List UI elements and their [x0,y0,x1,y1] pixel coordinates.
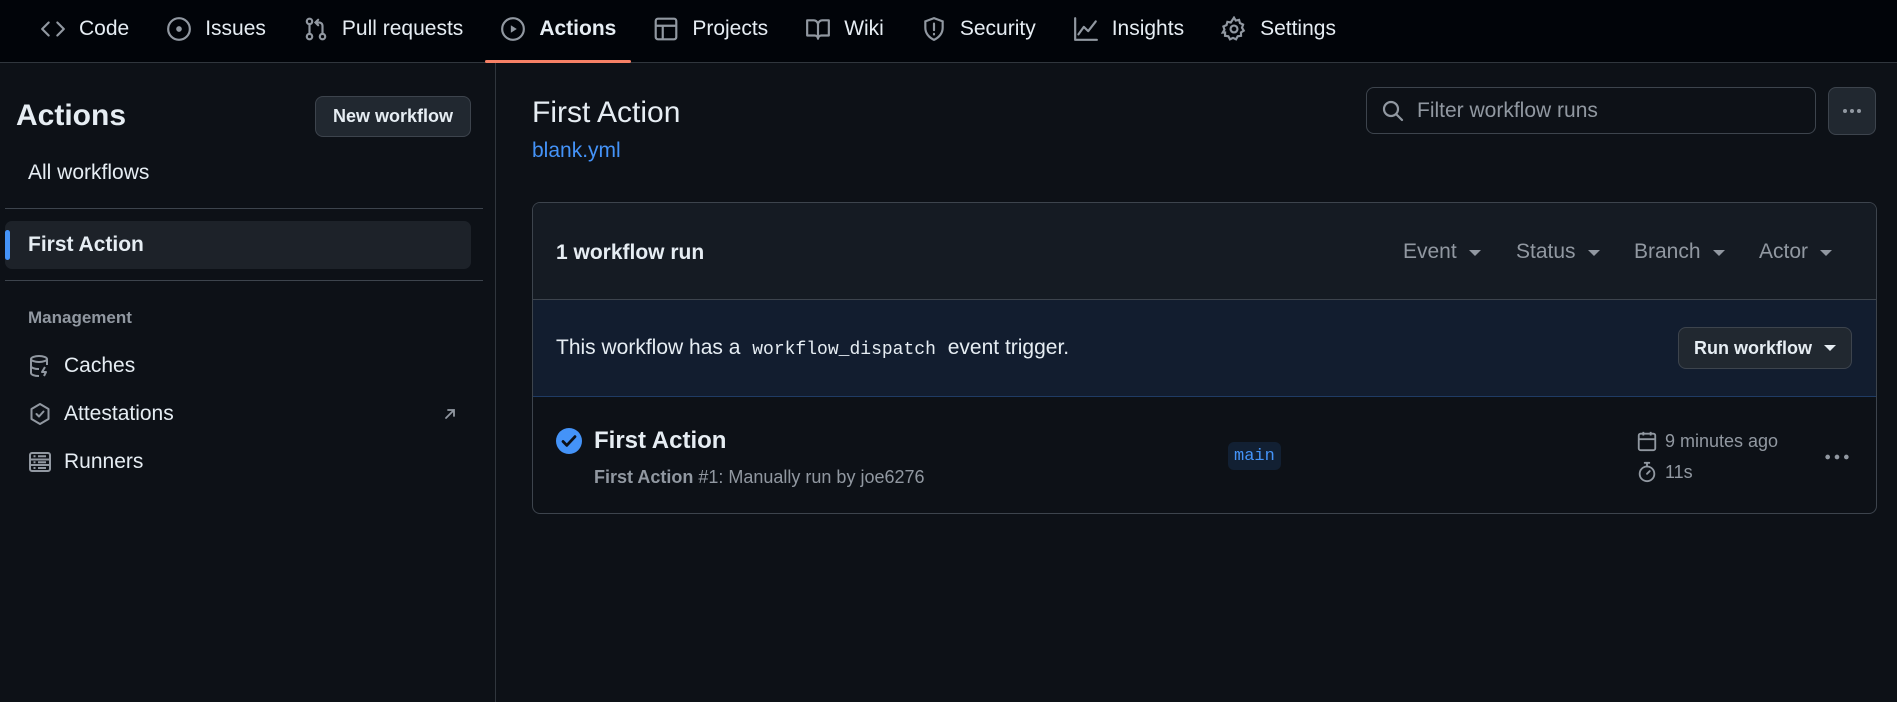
repo-nav: Code Issues Pull requests Actions Projec… [0,0,1897,63]
sidebar-item-runners[interactable]: Runners [28,442,468,482]
actor-filter[interactable]: Actor [1759,240,1833,264]
branch-filter[interactable]: Branch [1634,240,1725,264]
notice-text-before: This workflow has a [556,336,741,359]
search-icon [1382,100,1404,121]
sidebar-item-all-workflows[interactable]: All workflows [28,161,149,185]
dispatch-notice: This workflow has a workflow_dispatch ev… [533,300,1876,397]
management-heading: Management [28,308,132,327]
notice-text-after: event trigger. [947,336,1070,359]
caret-down-icon [1712,250,1725,256]
duration: 11s [1665,461,1693,482]
sidebar-item-first-action[interactable]: First Action [5,221,471,269]
tab-label: Actions [539,17,617,40]
time-ago: 9 minutes ago [1665,430,1779,451]
runs-header: 1 workflow run Event Status Branch Actor [533,203,1876,300]
run-time: 9 minutes ago [1636,430,1778,452]
tab-security[interactable]: Security [906,0,1051,62]
sidebar-item-attestations[interactable]: Attestations [28,394,468,434]
tab-issues[interactable]: Issues [151,0,281,62]
tab-settings[interactable]: Settings [1206,0,1351,62]
graph-icon [1073,17,1098,41]
tab-insights[interactable]: Insights [1058,0,1199,62]
external-link-icon [445,409,455,419]
filter-label: Branch [1634,240,1701,263]
pull-request-icon [305,17,327,41]
run-subtitle: First Action #1: Manually run by joe6276 [594,467,925,488]
tab-label: Security [959,17,1036,40]
verified-icon [30,403,50,425]
server-icon [29,452,51,472]
shield-icon [924,17,944,42]
caret-down-icon [1820,250,1833,256]
tab-label: Settings [1260,17,1336,40]
tab-label: Issues [205,17,266,40]
divider [5,280,483,281]
code-icon [41,21,65,37]
tab-label: Insights [1111,17,1185,40]
gear-icon [1221,16,1246,41]
sidebar-item-label: Attestations [64,402,174,425]
workflow-file-link[interactable]: blank.yml [532,139,621,163]
sidebar-item-label: Runners [64,450,144,473]
notice-code: workflow_dispatch [752,340,936,360]
kebab-horizontal-icon [1843,109,1861,113]
filter-label: Actor [1759,240,1809,263]
run-more-button[interactable] [1821,441,1853,473]
run-workflow-label: Run workflow [1694,337,1812,358]
event-filter[interactable]: Event [1403,240,1481,264]
stopwatch-icon [1638,461,1656,483]
tab-label: Wiki [844,17,884,40]
sidebar-item-caches[interactable]: Caches [28,346,468,386]
tab-label: Projects [692,17,769,40]
check-circle-icon [556,428,582,454]
filter-label: Event [1403,240,1457,263]
play-icon [501,17,526,41]
book-icon [806,19,831,40]
caret-down-icon [1824,345,1836,351]
run-detail: #1: Manually run by joe6276 [698,467,925,487]
sidebar-title: Actions [16,99,127,132]
database-icon [30,355,48,377]
divider [5,208,483,209]
status-filter[interactable]: Status [1516,240,1600,264]
tab-code[interactable]: Code [25,0,144,62]
workflow-run-row[interactable]: First Action First Action #1: Manually r… [533,397,1876,513]
run-title[interactable]: First Action [594,427,726,455]
page-title: First Action [532,96,681,129]
tab-pull-requests[interactable]: Pull requests [288,0,478,62]
new-workflow-button[interactable]: New workflow [315,96,471,137]
issue-icon [167,17,192,41]
more-options-button[interactable] [1828,87,1876,135]
run-workflow-name: First Action [594,467,694,487]
tab-wiki[interactable]: Wiki [790,0,899,62]
sidebar-item-label: First Action [28,233,144,256]
actions-sidebar: Actions New workflow All workflows First… [0,63,496,702]
caret-down-icon [1468,250,1481,256]
filter-workflow-runs[interactable] [1366,87,1816,134]
sidebar-item-label: Caches [64,354,136,377]
workflow-runs-panel: 1 workflow run Event Status Branch Actor… [532,202,1877,514]
filter-label: Status [1516,240,1576,263]
tab-actions[interactable]: Actions [485,0,632,63]
run-duration: 11s [1636,461,1693,483]
table-icon [654,17,678,41]
notice-text: This workflow has a workflow_dispatch ev… [556,336,1069,360]
tab-label: Pull requests [341,17,464,40]
kebab-horizontal-icon [1825,454,1849,460]
run-count: 1 workflow run [556,241,705,264]
caret-down-icon [1587,250,1600,256]
run-workflow-button[interactable]: Run workflow [1678,327,1852,369]
tab-projects[interactable]: Projects [638,0,783,62]
filter-input[interactable] [1417,98,1797,123]
tab-label: Code [79,17,130,40]
branch-badge[interactable]: main [1228,442,1281,470]
calendar-icon [1637,431,1657,452]
